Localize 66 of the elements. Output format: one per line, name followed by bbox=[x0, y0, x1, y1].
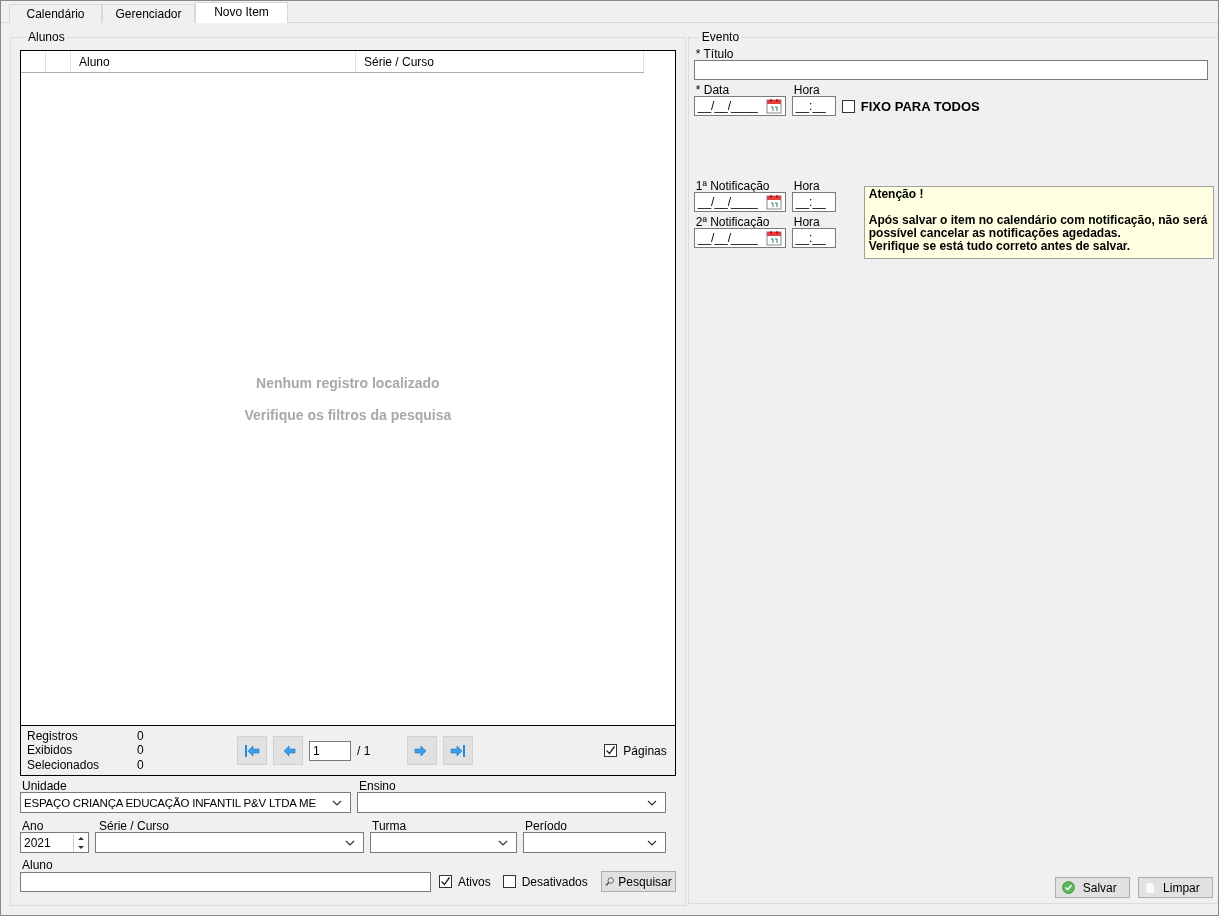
field-label: Hora bbox=[792, 214, 821, 228]
field-label: Hora bbox=[792, 178, 821, 192]
group-title: Alunos bbox=[27, 30, 66, 44]
next-page-button[interactable] bbox=[407, 736, 437, 765]
year-spinner[interactable]: 2021 bbox=[20, 832, 89, 853]
field-label: Ano bbox=[21, 818, 45, 832]
tab[interactable]: Novo Item bbox=[195, 2, 288, 23]
tab[interactable]: Calendário bbox=[9, 4, 102, 23]
stat-label: Selecionados bbox=[27, 757, 101, 773]
field-label: Período bbox=[524, 818, 569, 832]
search-icon bbox=[604, 874, 615, 889]
checkbox-label[interactable]: FIXO PARA TODOS bbox=[860, 98, 980, 114]
checkbox-label[interactable]: Desativados bbox=[521, 874, 588, 889]
stat-value: 0 bbox=[137, 743, 145, 758]
clear-button[interactable]: Limpar bbox=[1137, 877, 1213, 898]
unit-dropdown[interactable]: ESPAÇO CRIANÇA EDUCAÇÃO INFANTIL P&V LTDA ME bbox=[20, 792, 351, 813]
page-total: / 1 bbox=[357, 743, 372, 758]
date-field[interactable]: __/__/____ bbox=[693, 96, 786, 116]
field-label: Turma bbox=[371, 818, 408, 832]
checkbox-label[interactable]: Páginas bbox=[623, 743, 667, 758]
field-label: Ensino bbox=[358, 778, 397, 792]
checkbox-label[interactable]: Ativos bbox=[458, 874, 491, 889]
check-circle-icon bbox=[1061, 880, 1075, 895]
column-header[interactable]: Aluno bbox=[71, 51, 356, 72]
last-page-button[interactable] bbox=[443, 736, 473, 765]
field-label: Série / Curso bbox=[98, 818, 171, 832]
field-label: * Título bbox=[694, 46, 735, 60]
first-page-button[interactable] bbox=[237, 736, 267, 765]
field-label: 1ª Notificação bbox=[694, 178, 771, 192]
empty-message: Nenhum registro localizado bbox=[256, 375, 440, 391]
group-title: Evento bbox=[700, 30, 741, 44]
field-label: 2ª Notificação bbox=[694, 214, 771, 228]
column-header[interactable]: Série / Curso bbox=[356, 51, 644, 72]
title-field[interactable] bbox=[693, 60, 1208, 80]
period-dropdown[interactable] bbox=[523, 832, 666, 853]
search-button[interactable]: Pesquisar bbox=[600, 871, 676, 892]
class-dropdown[interactable] bbox=[370, 832, 517, 853]
page-field[interactable]: 1 bbox=[309, 740, 351, 761]
date-field[interactable]: __/__/____ bbox=[693, 192, 786, 212]
checkbox[interactable] bbox=[439, 875, 452, 888]
stat-label: Exibidos bbox=[27, 743, 74, 758]
field-label: Hora bbox=[792, 82, 821, 96]
warning-note: Atenção ! Após salvar o item no calendário com notificação, não será possível cancelar as notificações agedadas. Verifique se está tudo correto antes de salvar. bbox=[863, 186, 1214, 259]
stat-value: 0 bbox=[137, 728, 145, 744]
calendar-icon[interactable] bbox=[765, 230, 782, 246]
save-button[interactable]: Salvar bbox=[1054, 877, 1130, 898]
grade-dropdown[interactable] bbox=[95, 832, 364, 853]
time-field[interactable]: __:__ bbox=[791, 192, 836, 212]
checkbox[interactable] bbox=[604, 744, 618, 757]
checkbox[interactable] bbox=[841, 99, 855, 113]
education-dropdown[interactable] bbox=[357, 792, 666, 813]
tab[interactable]: Gerenciador bbox=[102, 4, 195, 23]
checkbox[interactable] bbox=[502, 875, 516, 888]
calendar-icon[interactable] bbox=[765, 98, 782, 114]
field-label: Aluno bbox=[21, 857, 54, 871]
student-field[interactable] bbox=[20, 871, 431, 892]
date-field[interactable]: __/__/____ bbox=[693, 228, 786, 248]
field-label: Unidade bbox=[21, 778, 68, 792]
empty-message: Verifique os filtros da pesquisa bbox=[244, 407, 452, 423]
previous-page-button[interactable] bbox=[273, 736, 303, 765]
time-field[interactable]: __:__ bbox=[791, 96, 836, 116]
time-field[interactable]: __:__ bbox=[791, 228, 836, 248]
stat-value: 0 bbox=[137, 757, 145, 773]
stat-label: Registros bbox=[27, 728, 79, 744]
field-label: * Data bbox=[694, 82, 731, 96]
calendar-icon[interactable] bbox=[765, 194, 782, 210]
